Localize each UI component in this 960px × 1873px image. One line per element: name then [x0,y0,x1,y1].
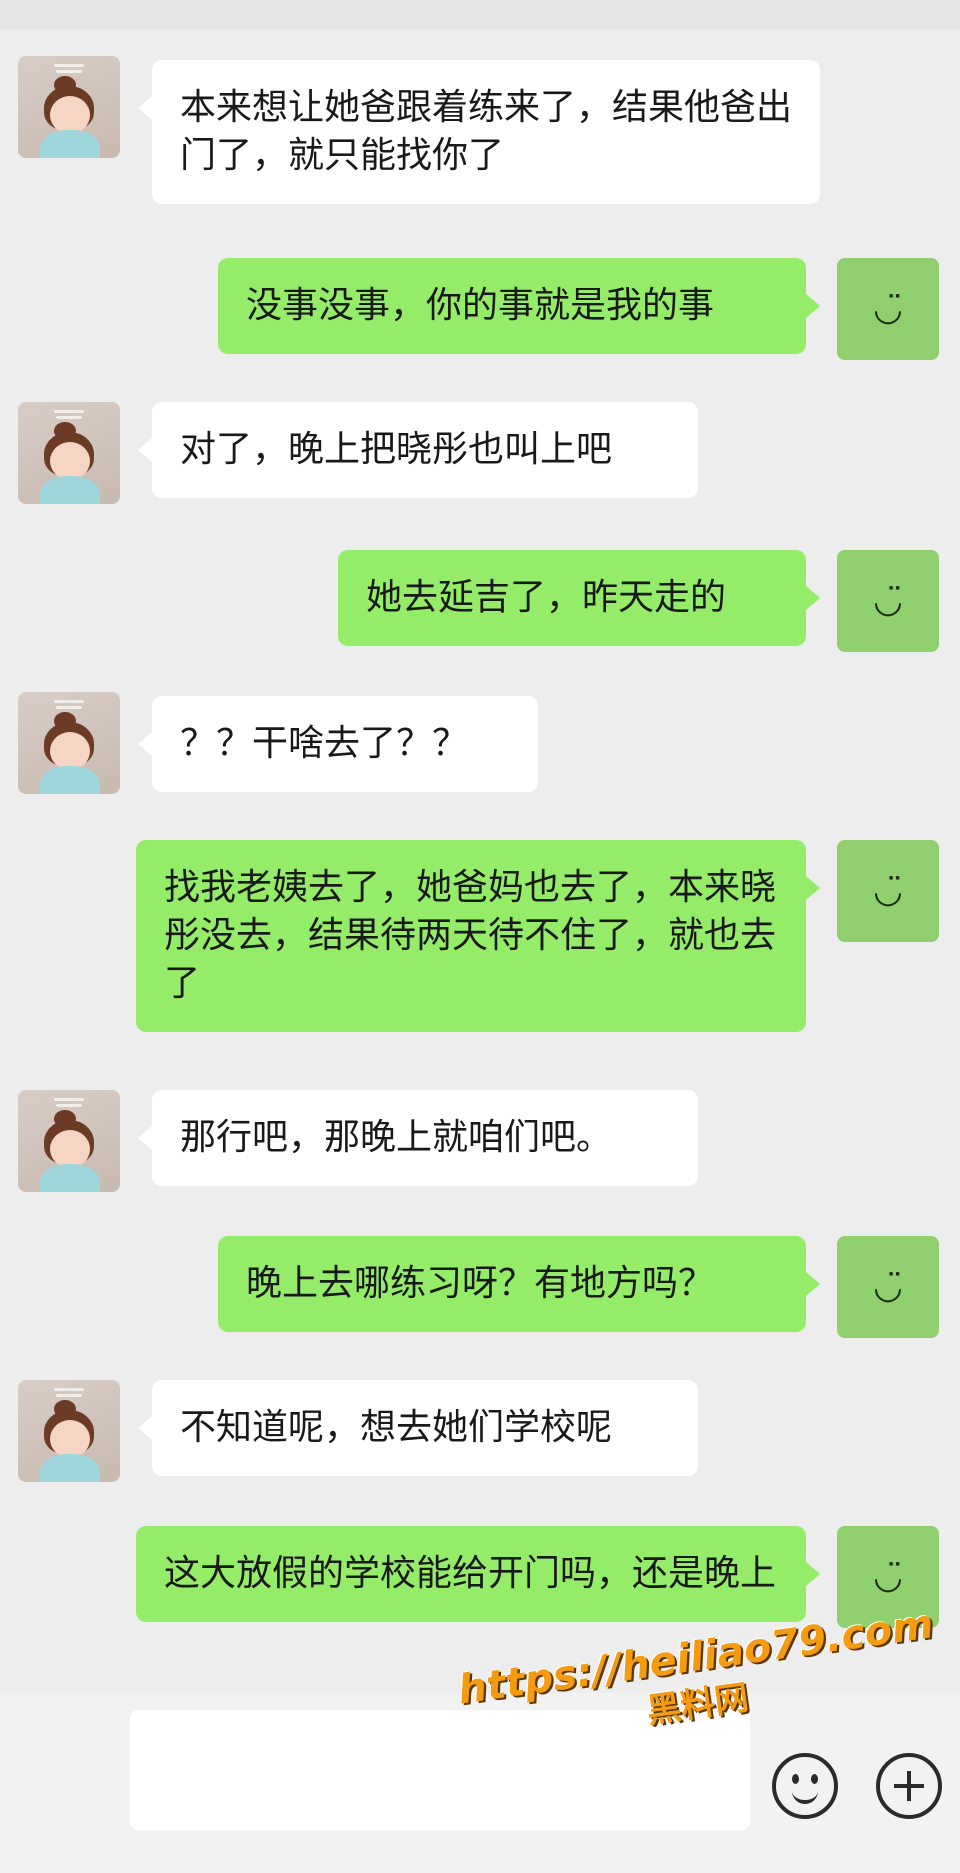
self-avatar[interactable]: ◡̈ [837,550,939,652]
incoming-message[interactable]: 对了，晚上把晓彤也叫上吧 [138,402,698,498]
incoming-message[interactable]: 那行吧，那晚上就咱们吧。 [138,1090,698,1186]
outgoing-message[interactable]: 她去延吉了，昨天走的 [338,550,820,646]
contact-avatar[interactable] [18,56,120,158]
self-avatar[interactable]: ◡̈ [837,1236,939,1338]
outgoing-message[interactable]: 找我老姨去了，她爸妈也去了，本来晓彤没去，结果待两天待不住了，就也去了 [136,840,820,1032]
incoming-message[interactable]: 不知道呢，想去她们学校呢 [138,1380,698,1476]
smile-icon: ◡̈ [873,581,903,621]
smile-icon: ◡̈ [873,871,903,911]
outgoing-message[interactable]: 没事没事，你的事就是我的事 [218,258,820,354]
top-bar [0,0,960,30]
add-icon[interactable] [876,1753,942,1819]
smile-icon: ◡̈ [873,289,903,329]
smile-icon: ◡̈ [873,1267,903,1307]
incoming-message[interactable]: ？？干啥去了？？ [138,696,538,792]
contact-avatar[interactable] [18,1090,120,1192]
outgoing-message[interactable]: 晚上去哪练习呀？有地方吗？ [218,1236,820,1332]
self-avatar[interactable]: ◡̈ [837,258,939,360]
outgoing-message[interactable]: 这大放假的学校能给开门吗，还是晚上 [136,1526,820,1622]
self-avatar[interactable]: ◡̈ [837,840,939,942]
contact-avatar[interactable] [18,692,120,794]
contact-avatar[interactable] [18,402,120,504]
incoming-message[interactable]: 本来想让她爸跟着练来了，结果他爸出门了，就只能找你了 [138,60,820,204]
contact-avatar[interactable] [18,1380,120,1482]
emoji-icon[interactable] [772,1753,838,1819]
